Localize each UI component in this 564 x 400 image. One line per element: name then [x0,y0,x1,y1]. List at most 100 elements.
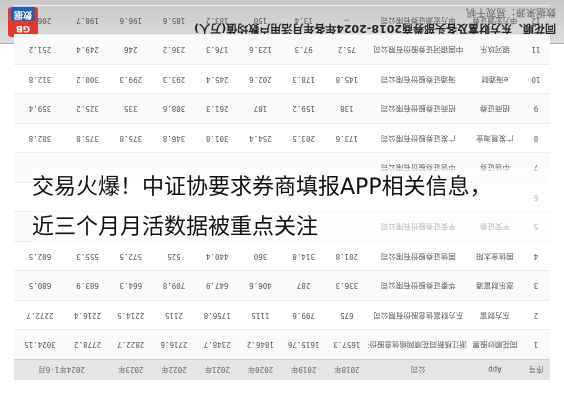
table-cell: 382.8 [14,123,66,153]
table-cell: 涨乐财富通 [467,271,522,301]
table-cell: 1115 [238,300,283,330]
table-cell: 799.6 [282,300,326,330]
table-cell: 196.6 [109,5,153,35]
table-cell: 336.3 [325,271,369,301]
table-cell: 287 [282,271,326,301]
table-cell: 华泰证券股份有限公司 [368,271,468,301]
table-cell: 1 [521,330,550,360]
table-cell: 254.4 [238,123,283,153]
table-cell: 346.8 [152,123,196,153]
table-cell: 245.4 [195,64,239,94]
column-header: 2021年 [195,359,239,380]
table-cell: 202.6 [238,64,283,94]
table-cell: 2 [521,300,550,330]
table-cell: 银河玖乐 [467,35,522,65]
column-header: 2019年 [282,359,326,380]
table-cell: 251.2 [14,35,66,65]
column-header: 2018年 [325,359,369,380]
table-cell: 300.2 [65,64,110,94]
table-cell: 145.8 [325,64,369,94]
table-cell: 3 [521,271,550,301]
column-header: 2024年1-6月 [14,359,110,380]
table-cell: 647.9 [195,271,239,301]
table-cell: 10 [521,64,550,94]
column-header: 公司 [368,359,468,380]
table-cell: 申万宏源证券有限公司 [368,5,468,35]
table-header-row: 序号 App 公司 2018年 2019年 2020年 2021年 2022年 2023年 202… [14,359,550,380]
table-cell: 301.8 [195,123,239,153]
table-row: 2 东方财富 东方财富信息股份有限公司 675 799.6 1115 1756.8 2115 2… [14,300,550,330]
table-cell: 2115 [152,300,196,330]
table-cell: 308.6 [152,94,196,124]
column-header: App [467,359,522,380]
table-cell: 312.8 [14,64,66,94]
table-row: 10 e海通财 海通证券股份有限公司 145.8 178.3 202.6 245.4 293.… [14,64,550,94]
table-cell: 13.4 [282,5,326,35]
table-cell: 123.6 [238,35,283,65]
table-cell: 176.3 [195,35,239,65]
table-cell: 2272.7 [14,300,66,330]
table-cell: 2216.4 [65,300,110,330]
table-cell: 中国银河证券股份有限公司 [368,35,468,65]
table-cell: 203.5 [282,123,326,153]
table-cell: 97.3 [282,35,326,65]
table-cell: 2716.6 [152,330,196,360]
table-cell: — [325,5,369,35]
table-cell: 广发证券股份有限公司 [368,123,468,153]
column-header: 序号 [521,359,550,380]
table-cell: 1756.8 [195,300,239,330]
table-cell: 675 [325,300,369,330]
table-cell: 1846.2 [238,330,283,360]
table-cell: 3024.15 [14,330,66,360]
column-header: 2020年 [238,359,283,380]
table-cell: 664.3 [109,271,153,301]
table-row: 9 招商证券 招商证券股份有限公司 138 159.2 187 261.3 308.6 335 3… [14,94,550,124]
table-cell: 206.7 [14,5,66,35]
table-cell: 335 [109,94,153,124]
table-cell: 173.6 [325,123,369,153]
table-cell: 11 [521,35,550,65]
headline-line-2: 近三个月月活数据被重点关注 [32,215,319,240]
table-cell: 广发易淘金 [467,123,522,153]
table-cell: 293.3 [152,64,196,94]
table-cell: 375.8 [65,123,110,153]
table-cell: 359.4 [14,94,66,124]
table-row: 12 申万宏源证券 申万宏源证券有限公司 —13.4 150 183.2 185.6 196.… [14,5,550,35]
headline-line-1: 交易火爆！中证协要求券商填报APP相关信息， [32,175,492,200]
table-cell: 150 [238,5,283,35]
table-cell: 299.3 [109,64,153,94]
table-cell: 185.6 [152,5,196,35]
table-cell: 261.3 [195,94,239,124]
table-cell: 159.2 [282,94,326,124]
table-row: 8 广发易淘金 广发证券股份有限公司 173.6 203.5 254.4 301.8 346.… [14,123,550,153]
table-cell: 浙江核新同花顺网络信息股份有限公司 [368,330,468,360]
table-cell: 海通证券股份有限公司 [368,64,468,94]
table-cell: 680.5 [14,271,66,301]
table-cell: 406.6 [238,271,283,301]
table-cell: 249.4 [65,35,110,65]
table-row: 3 涨乐财富通 华泰证券股份有限公司 336.3 287 406.6 647.9 709.8 6… [14,271,550,301]
table-cell: 138 [325,94,369,124]
table-cell: 12 [521,5,550,35]
table-cell: 2348.7 [195,330,239,360]
table-cell: 236.2 [152,35,196,65]
table-cell: 同花顺炒股票 [467,330,522,360]
table-cell: 683.9 [65,271,110,301]
table-cell: 2822.7 [109,330,153,360]
table-cell: 1615.76 [282,330,326,360]
news-headline: 交易火爆！中证协要求券商填报APP相关信息， 近三个月月活数据被重点关注 [32,168,562,248]
table-cell: 709.8 [152,271,196,301]
table-row: 11 银河玖乐 中国银河证券股份有限公司 75.2 97.3 123.6 176.3 236.… [14,35,550,65]
table-cell: 2778.2 [65,330,110,360]
table-cell: 招商证券股份有限公司 [368,94,468,124]
table-cell: 9 [521,94,550,124]
table-cell: 申万宏源证券 [467,5,522,35]
table-cell: 1657.3 [325,330,369,360]
table-cell: 2214.5 [109,300,153,330]
table-cell: 75.2 [325,35,369,65]
table-cell: 东方财富信息股份有限公司 [368,300,468,330]
table-cell: 198.7 [65,5,110,35]
column-header: 2022年 [152,359,196,380]
column-header: 2023年 [109,359,153,380]
table-cell: 183.2 [195,5,239,35]
